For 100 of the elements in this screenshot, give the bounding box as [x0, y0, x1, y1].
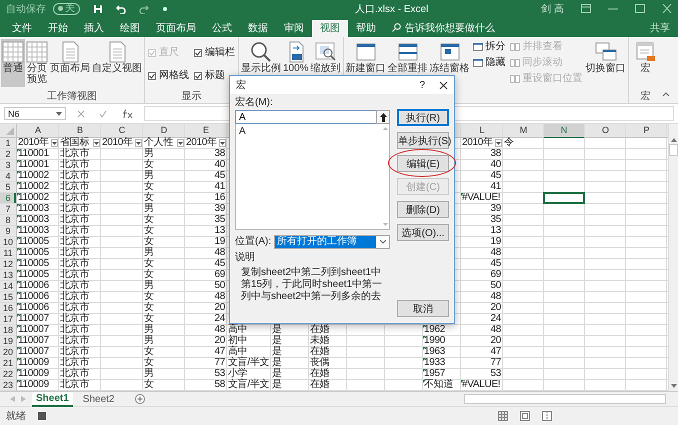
scroll-thumb[interactable] [669, 144, 678, 156]
cancel-icon[interactable] [77, 110, 85, 118]
filter-dropdown-button[interactable] [51, 139, 58, 147]
save-icon[interactable] [93, 4, 103, 14]
scroll-up-icon[interactable] [670, 138, 676, 142]
row-header[interactable]: 13 [0, 270, 16, 280]
row-header[interactable]: 14 [0, 281, 16, 291]
row-header[interactable]: 15 [0, 292, 16, 302]
ribbon-tab[interactable]: 审阅 [276, 20, 312, 37]
zoom-button[interactable]: 100% [282, 39, 310, 87]
zoom-button[interactable]: 缩放到 [310, 39, 342, 87]
view-button[interactable]: 普通 [1, 39, 25, 87]
view-button[interactable]: 自定义视图 [91, 39, 143, 87]
switch-window-button[interactable]: 切换窗口 [584, 39, 627, 87]
window-button[interactable]: 冻结窗格 [428, 39, 471, 87]
scroll-down-icon[interactable] [670, 384, 676, 388]
ribbon-tab[interactable]: 开始 [40, 20, 76, 37]
row-header[interactable]: 21 [0, 358, 16, 368]
add-sheet-icon[interactable] [134, 394, 144, 404]
search-icon[interactable] [392, 23, 401, 32]
filter-dropdown-button[interactable] [93, 139, 100, 147]
window-option-button[interactable]: 拆分 [472, 41, 506, 52]
row-header[interactable]: 6 [0, 193, 16, 203]
view-button[interactable]: 分页预览 [25, 39, 49, 87]
row-header[interactable]: 11 [0, 248, 16, 258]
filter-dropdown-button[interactable] [135, 139, 142, 147]
page-layout-view-icon[interactable] [520, 411, 530, 421]
ribbon-display-icon[interactable] [581, 4, 591, 13]
undo-icon[interactable] [116, 4, 126, 14]
ribbon-tab[interactable]: 插入 [76, 20, 112, 37]
dialog-button[interactable]: 选项(O)... [397, 224, 449, 241]
column-header[interactable]: P [626, 124, 667, 137]
column-header[interactable]: C [101, 124, 143, 137]
ribbon-tab[interactable]: 公式 [204, 20, 240, 37]
window-option-button[interactable]: 隐藏 [472, 57, 506, 68]
name-box[interactable]: N6 [4, 107, 66, 120]
tell-me-search[interactable]: 告诉我你想要做什么 [405, 20, 495, 37]
row-header[interactable]: 23 [0, 380, 16, 390]
column-header[interactable]: B [59, 124, 101, 137]
collapse-dialog-button[interactable] [376, 110, 390, 124]
row-header[interactable]: 10 [0, 237, 16, 247]
share-button[interactable]: 共享 [650, 20, 670, 37]
customize-icon[interactable] [162, 6, 168, 12]
row-header[interactable]: 17 [0, 314, 16, 324]
normal-view-icon[interactable] [498, 411, 508, 421]
ribbon-tab[interactable]: 视图 [312, 20, 348, 37]
row-header[interactable]: 5 [0, 182, 16, 192]
dialog-button[interactable]: 执行(R) [397, 109, 449, 126]
row-header[interactable]: 12 [0, 259, 16, 269]
location-dropdown[interactable]: 所有打开的工作簿 [274, 235, 390, 249]
row-header[interactable]: 2 [0, 149, 16, 159]
cell-cursor[interactable] [543, 192, 585, 204]
checkbox[interactable] [148, 72, 156, 80]
redo-icon[interactable] [139, 4, 149, 14]
sheet-tab[interactable]: Sheet2 [78, 392, 118, 406]
ribbon-tab[interactable]: 数据 [240, 20, 276, 37]
row-header[interactable]: 8 [0, 215, 16, 225]
row-header[interactable]: 16 [0, 303, 16, 313]
row-header[interactable]: 18 [0, 325, 16, 335]
checkbox[interactable] [194, 48, 202, 56]
row-header[interactable]: 7 [0, 204, 16, 214]
filter-dropdown-button[interactable] [495, 139, 502, 147]
horizontal-scrollbar[interactable] [464, 394, 666, 404]
enter-icon[interactable] [99, 110, 107, 118]
window-button[interactable]: 新建窗口 [344, 39, 387, 87]
sheet-tab[interactable]: Sheet1 [32, 392, 73, 406]
row-header[interactable]: 3 [0, 160, 16, 170]
row-header[interactable]: 22 [0, 369, 16, 379]
macros-button[interactable]: 宏 [634, 39, 658, 87]
column-header[interactable]: D [143, 124, 185, 137]
row-header[interactable]: 20 [0, 347, 16, 357]
row-header[interactable]: 19 [0, 336, 16, 346]
insert-function-icon[interactable] [121, 108, 133, 118]
close-icon[interactable] [439, 80, 448, 90]
filter-dropdown-button[interactable] [177, 139, 184, 147]
dialog-button[interactable]: 编辑(E) [397, 155, 449, 172]
ribbon-tab[interactable]: 绘图 [112, 20, 148, 37]
vertical-scrollbar[interactable] [668, 124, 678, 391]
view-button[interactable]: 页面布局 [49, 39, 91, 87]
dialog-button[interactable]: 单步执行(S) [397, 132, 449, 149]
macro-list-item[interactable]: A [239, 126, 246, 138]
row-header[interactable]: 4 [0, 171, 16, 181]
row-header[interactable]: 1 [0, 138, 16, 148]
help-button[interactable]: ? [419, 80, 425, 90]
checkbox[interactable] [194, 72, 202, 80]
row-header[interactable]: 9 [0, 226, 16, 236]
cancel-button[interactable]: 取消 [397, 300, 449, 317]
ribbon-tab[interactable]: 帮助 [348, 20, 384, 37]
column-header[interactable]: O [585, 124, 626, 137]
column-header[interactable]: E [185, 124, 227, 137]
maximize-icon[interactable] [635, 4, 645, 13]
column-header[interactable]: A [17, 124, 59, 137]
ribbon-tab[interactable]: 页面布局 [148, 20, 204, 37]
dialog-button[interactable]: 删除(D) [397, 201, 449, 218]
column-header[interactable]: L [461, 124, 503, 137]
page-break-view-icon[interactable] [542, 411, 552, 421]
column-header[interactable]: M [503, 124, 544, 137]
macro-name-field[interactable]: A [235, 110, 376, 124]
collapse-ribbon-icon[interactable] [662, 92, 670, 97]
filter-dropdown-button[interactable] [219, 139, 226, 147]
